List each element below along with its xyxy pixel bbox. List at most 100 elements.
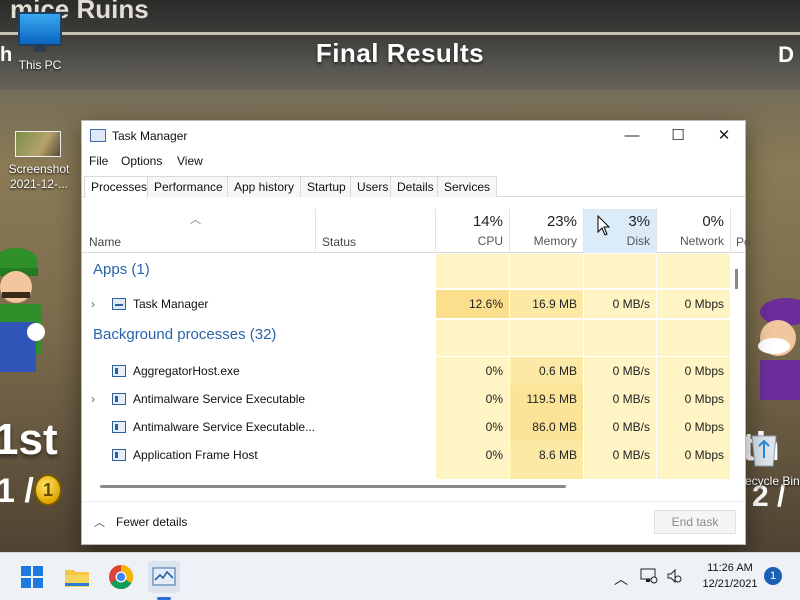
rank-left-text: 1st (0, 415, 58, 464)
tab-app-history[interactable]: App history (227, 176, 302, 197)
banner-stripe (0, 32, 800, 35)
cell-network: 0 Mbps (657, 385, 730, 413)
coin-icon: 1 (34, 474, 62, 506)
menu-view[interactable]: View (177, 154, 203, 168)
image-thumbnail-icon (15, 131, 61, 157)
title-bar[interactable]: Task Manager — ☐ ✕ (82, 121, 745, 151)
cell-disk (584, 320, 656, 356)
windows-start-icon (21, 566, 43, 588)
process-name: Antimalware Service Executable (133, 392, 306, 406)
start-button[interactable] (16, 561, 48, 593)
cell-cpu: 0% (436, 413, 509, 441)
table-row[interactable]: Application Frame Host 0% 8.6 MB 0 MB/s … (82, 441, 730, 469)
column-name[interactable]: Name (89, 235, 121, 249)
tab-details[interactable]: Details (390, 176, 441, 197)
column-status[interactable]: Status (322, 235, 356, 249)
tab-performance[interactable]: Performance (147, 176, 230, 197)
sort-up-icon[interactable]: ︿ (190, 211, 201, 227)
process-icon (112, 393, 126, 405)
taskbar-file-explorer[interactable] (61, 561, 93, 593)
cell-network: 0 Mbps (657, 290, 730, 318)
task-manager-icon (152, 567, 176, 586)
table-row[interactable]: › Antimalware Service Executable 0% 119.… (82, 385, 730, 413)
cell-disk (584, 469, 656, 479)
system-clock[interactable]: 11:26 AM 12/21/2021 (690, 560, 770, 592)
desktop-icon-label: Screenshot 2021-12-... (8, 162, 70, 191)
cell-memory (510, 320, 583, 356)
clock-date: 12/21/2021 (702, 578, 758, 590)
taskbar-chrome[interactable] (105, 561, 137, 593)
horizontal-scrollbar-thumb[interactable] (100, 485, 566, 488)
column-divider[interactable] (315, 209, 316, 253)
chevron-up-icon[interactable]: ︿ (614, 569, 628, 589)
recycle-bin-icon (751, 435, 777, 467)
chevron-right-icon[interactable]: › (91, 290, 95, 318)
minimize-button[interactable]: — (609, 121, 655, 151)
column-header: ︿ Name Status 14% CPU 23% Memory 3% Disk… (82, 209, 745, 253)
tab-users[interactable]: Users (350, 176, 396, 197)
chevron-right-icon[interactable]: › (91, 385, 95, 413)
process-icon (112, 449, 126, 461)
cell-network (657, 254, 730, 288)
column-network[interactable]: 0% Network (657, 209, 730, 253)
cell-network (657, 469, 730, 479)
process-name: Application Frame Host (133, 448, 258, 462)
maximize-button[interactable]: ☐ (655, 121, 701, 151)
cell-disk: 0 MB/s (584, 357, 656, 385)
cell-cpu: 0% (436, 357, 509, 385)
task-manager-icon (112, 298, 126, 310)
network-percent: 0% (702, 213, 724, 230)
notification-badge[interactable]: 1 (764, 567, 782, 585)
network-icon[interactable] (640, 568, 658, 584)
luigi-character (0, 248, 45, 372)
cpu-percent: 14% (472, 213, 503, 230)
group-header-apps[interactable]: Apps (1) (82, 254, 730, 288)
tab-services[interactable]: Services (437, 176, 498, 197)
fewer-details-link[interactable]: Fewer details (116, 515, 187, 529)
cell-memory: 8.6 MB (510, 441, 583, 469)
column-divider[interactable] (730, 209, 731, 253)
table-row[interactable] (82, 469, 730, 479)
cell-memory: 16.9 MB (510, 290, 583, 318)
vertical-scrollbar[interactable] (735, 269, 738, 289)
group-title: Apps (1) (93, 261, 150, 278)
column-memory[interactable]: 23% Memory (510, 209, 583, 253)
cell-network: 0 Mbps (657, 357, 730, 385)
process-icon (112, 365, 126, 377)
cell-cpu (436, 469, 509, 479)
close-button[interactable]: ✕ (701, 121, 747, 151)
cell-disk: 0 MB/s (584, 290, 656, 318)
taskbar-task-manager[interactable] (148, 561, 180, 593)
column-power[interactable]: Po (736, 235, 751, 249)
end-task-button[interactable]: End task (654, 510, 736, 534)
column-disk[interactable]: 3% Disk (584, 209, 656, 253)
cell-disk: 0 MB/s (584, 441, 656, 469)
cell-cpu: 0% (436, 441, 509, 469)
process-icon (112, 421, 126, 433)
process-name: AggregatorHost.exe (133, 364, 240, 378)
memory-label: Memory (533, 234, 577, 248)
wallpaper-right-char: D (778, 42, 794, 67)
footer: ︿ Fewer details End task (82, 501, 745, 545)
tab-startup[interactable]: Startup (300, 176, 353, 197)
table-row[interactable]: AggregatorHost.exe 0% 0.6 MB 0 MB/s 0 Mb… (82, 357, 730, 385)
cell-memory: 119.5 MB (510, 385, 583, 413)
menu-options[interactable]: Options (121, 154, 162, 168)
tab-processes[interactable]: Processes (84, 176, 155, 198)
speaker-muted-icon[interactable] (666, 568, 682, 584)
chevron-up-icon[interactable]: ︿ (94, 514, 105, 530)
table-row[interactable]: › Task Manager 12.6% 16.9 MB 0 MB/s 0 Mb… (82, 290, 730, 318)
group-header-background[interactable]: Background processes (32) (82, 320, 730, 356)
cell-memory: 0.6 MB (510, 357, 583, 385)
menu-bar: File Options View (82, 151, 745, 173)
coin-label: 1 (42, 480, 53, 500)
table-row[interactable]: Antimalware Service Executable... 0% 86.… (82, 413, 730, 441)
cell-disk (584, 254, 656, 288)
menu-file[interactable]: File (89, 154, 108, 168)
memory-percent: 23% (546, 213, 577, 230)
file-explorer-icon (65, 570, 89, 587)
column-cpu[interactable]: 14% CPU (436, 209, 509, 253)
disk-label: Disk (626, 234, 650, 248)
disk-percent: 3% (628, 213, 650, 230)
chrome-icon (109, 565, 134, 590)
